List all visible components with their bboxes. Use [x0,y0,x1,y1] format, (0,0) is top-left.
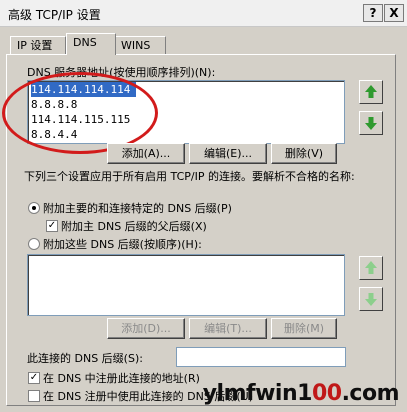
arrow-up-icon [365,261,377,274]
use-suffix-checkbox[interactable] [28,390,40,402]
edit-dns-button[interactable]: 编辑(E)... [189,143,267,164]
add-dns-button[interactable]: 添加(A)... [107,143,185,164]
annotation-oval [2,72,158,154]
remove-dns-button[interactable]: 删除(V) [271,143,337,164]
register-address-label: 在 DNS 中注册此连接的地址(R) [43,372,200,385]
move-up-button[interactable] [359,80,383,104]
connection-suffix-input[interactable] [176,347,346,367]
move-down-button[interactable] [359,111,383,135]
register-address-checkbox[interactable]: ✓ [28,372,40,384]
remove-suffix-button[interactable]: 删除(M) [271,318,337,339]
help-button[interactable]: ? [363,4,383,22]
parent-suffix-checkbox[interactable]: ✓ [46,220,58,232]
suffix-list[interactable] [27,254,345,316]
tab-wins[interactable]: WINS [114,36,166,55]
radio-primary-label: 附加主要的和连接特定的 DNS 后缀(P) [43,202,232,215]
close-button[interactable]: X [384,4,404,22]
radio-primary-suffix[interactable] [28,202,40,214]
arrow-up-icon [365,85,377,98]
title-bar: 高级 TCP/IP 设置 ? X [0,0,407,27]
suffix-move-down-button[interactable] [359,287,383,311]
watermark: ylmfwin100.com [202,381,400,406]
add-suffix-button[interactable]: 添加(D)... [107,318,185,339]
edit-suffix-button[interactable]: 编辑(T)... [189,318,267,339]
description-text: 下列三个设置应用于所有启用 TCP/IP 的连接。要解析不合格的名称: [24,170,355,183]
arrow-down-icon [365,117,377,130]
tab-ip-settings[interactable]: IP 设置 [10,36,66,55]
parent-suffix-label: 附加主 DNS 后缀的父后缀(X) [61,220,207,233]
suffix-move-up-button[interactable] [359,256,383,280]
radio-these-label: 附加这些 DNS 后缀(按顺序)(H): [43,238,202,251]
tab-dns[interactable]: DNS [66,33,116,55]
window-title: 高级 TCP/IP 设置 [8,8,101,22]
arrow-down-icon [365,293,377,306]
radio-these-suffixes[interactable] [28,238,40,250]
connection-suffix-label: 此连接的 DNS 后缀(S): [27,352,143,365]
